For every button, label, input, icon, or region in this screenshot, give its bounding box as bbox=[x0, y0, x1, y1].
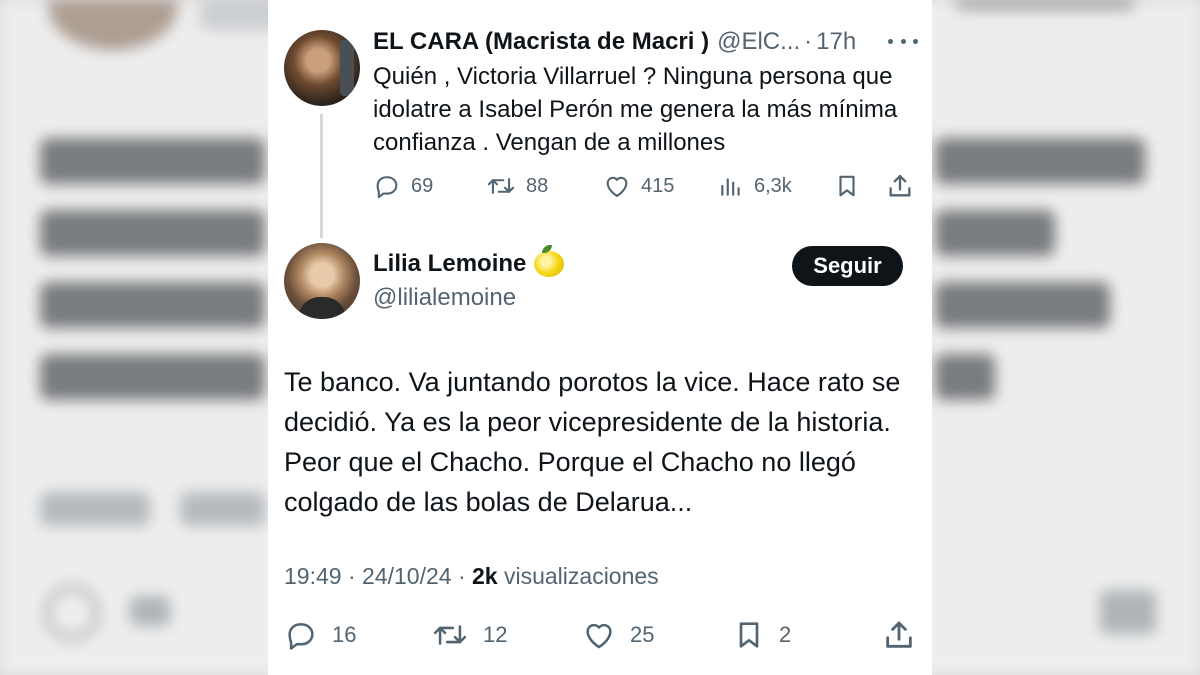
repost-icon bbox=[487, 178, 515, 194]
heart-icon bbox=[606, 176, 628, 197]
avatar[interactable] bbox=[284, 243, 360, 319]
separator: · bbox=[457, 563, 466, 589]
like-button[interactable]: 25 bbox=[582, 618, 654, 652]
share-button[interactable] bbox=[886, 172, 914, 200]
author-handle[interactable]: @ElC... bbox=[717, 28, 800, 56]
repost-count: 88 bbox=[526, 174, 549, 197]
repost-button[interactable]: 88 bbox=[486, 172, 548, 200]
reply-count: 16 bbox=[332, 622, 357, 647]
share-icon bbox=[889, 174, 911, 197]
tweet-card: EL CARA (Macrista de Macri ) @ElC... · 1… bbox=[268, 0, 932, 675]
blurred-icon bbox=[130, 596, 170, 626]
views-count: 6,3k bbox=[754, 174, 792, 197]
views-label: visualizaciones bbox=[503, 563, 659, 589]
separator: · bbox=[804, 28, 813, 55]
reply-button[interactable]: 16 bbox=[284, 618, 356, 652]
blurred-text-line bbox=[935, 282, 1110, 328]
follow-button[interactable]: Seguir bbox=[792, 246, 903, 286]
share-icon bbox=[886, 621, 912, 648]
bookmark-icon bbox=[839, 175, 855, 197]
like-count: 415 bbox=[641, 174, 675, 197]
tweet-date[interactable]: 24/10/24 bbox=[362, 563, 452, 589]
repost-button[interactable]: 12 bbox=[431, 618, 507, 652]
avatar[interactable] bbox=[284, 30, 360, 106]
bookmark-button[interactable]: 2 bbox=[733, 618, 791, 652]
reply-icon bbox=[288, 623, 314, 650]
like-count: 25 bbox=[630, 622, 655, 647]
separator: · bbox=[347, 563, 356, 589]
views-button[interactable]: 6,3k bbox=[718, 172, 792, 200]
tweet-text: Te banco. Va juntando porotos la vice. H… bbox=[284, 367, 901, 517]
bookmark-button[interactable] bbox=[834, 172, 860, 200]
tweet-meta: 19:49 · 24/10/24 · 2k visualizaciones bbox=[284, 563, 659, 590]
main-tweet-author: Lilia Lemoine bbox=[373, 245, 565, 278]
blurred-pill bbox=[955, 0, 1135, 10]
blurred-meta bbox=[40, 492, 150, 526]
share-button[interactable] bbox=[882, 618, 916, 652]
blurred-icon bbox=[1100, 590, 1156, 634]
timestamp[interactable]: 17h bbox=[816, 28, 856, 56]
reply-icon bbox=[376, 176, 398, 199]
author-name[interactable]: Lilia Lemoine bbox=[373, 250, 526, 278]
tweet-text: Quién , Victoria Villarruel ? Ninguna pe… bbox=[373, 63, 898, 156]
tweet-time[interactable]: 19:49 bbox=[284, 563, 342, 589]
repost-count: 12 bbox=[483, 622, 508, 647]
reply-count: 69 bbox=[411, 174, 434, 197]
like-button[interactable]: 415 bbox=[603, 172, 674, 200]
bookmark-icon bbox=[739, 622, 759, 648]
quoted-tweet-header: EL CARA (Macrista de Macri ) @ElC... · 1… bbox=[373, 28, 856, 56]
blurred-avatar bbox=[48, 0, 178, 50]
blurred-icon bbox=[44, 585, 100, 641]
author-name[interactable]: EL CARA (Macrista de Macri ) bbox=[373, 28, 709, 56]
blurred-meta bbox=[180, 492, 265, 526]
author-handle[interactable]: @lilialemoine bbox=[373, 284, 516, 312]
blurred-text-line bbox=[935, 210, 1055, 256]
blurred-text-line bbox=[935, 354, 995, 400]
blurred-text-line bbox=[40, 282, 265, 328]
views-icon bbox=[721, 178, 740, 196]
blurred-text-line bbox=[40, 210, 265, 256]
repost-icon bbox=[433, 625, 467, 645]
blurred-text-line bbox=[40, 354, 265, 400]
blurred-text-line bbox=[935, 138, 1145, 184]
blurred-text-line bbox=[40, 138, 265, 184]
views-count: 2k bbox=[472, 563, 498, 589]
heart-icon bbox=[586, 623, 612, 649]
bookmark-count: 2 bbox=[779, 622, 792, 647]
lemon-icon bbox=[534, 245, 565, 277]
thread-line bbox=[320, 114, 323, 238]
reply-button[interactable]: 69 bbox=[373, 172, 433, 200]
more-icon[interactable] bbox=[888, 30, 918, 52]
